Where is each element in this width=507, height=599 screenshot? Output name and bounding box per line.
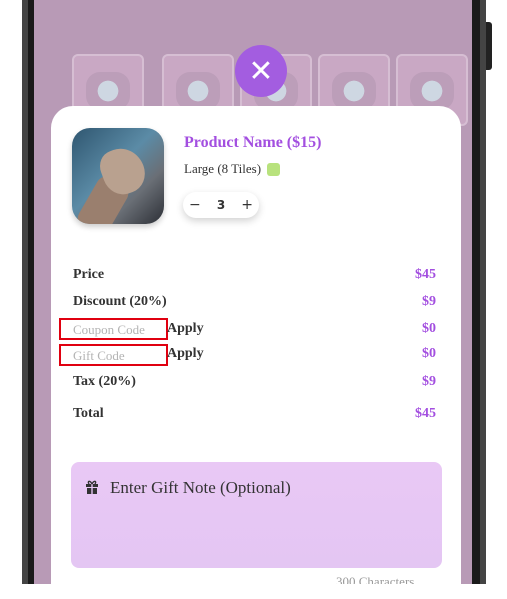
total-label: Total (73, 406, 104, 421)
close-icon: ✕ (248, 53, 274, 89)
gift-code-value: $0 (422, 346, 436, 361)
product-size-label: Large (8 Tiles) (184, 161, 262, 176)
bottom-crop (0, 584, 507, 599)
discount-value: $9 (422, 294, 436, 309)
close-button[interactable]: ✕ (235, 45, 287, 97)
total-value: $45 (415, 406, 436, 421)
apply-coupon-button[interactable]: Apply (167, 321, 204, 337)
product-size: Large (8 Tiles) (184, 161, 281, 177)
tax-label: Tax (20%) (73, 374, 136, 389)
product-image (72, 128, 164, 224)
decrement-button[interactable]: − (189, 197, 201, 213)
apply-gift-code-button[interactable]: Apply (167, 346, 204, 362)
price-value: $45 (415, 267, 436, 282)
increment-button[interactable]: + (241, 197, 253, 213)
tax-value: $9 (422, 374, 436, 389)
product-name: Product Name ($15) (184, 134, 322, 151)
coupon-code-input[interactable] (59, 318, 168, 340)
quantity-stepper: − 3 + (183, 192, 259, 218)
gift-icon (86, 480, 98, 494)
size-swatch (267, 162, 281, 176)
discount-label: Discount (20%) (73, 294, 167, 309)
phone-side-button (486, 22, 492, 70)
price-label: Price (73, 267, 105, 282)
quantity-value: 3 (216, 198, 226, 212)
gift-code-input[interactable] (59, 344, 168, 366)
coupon-value: $0 (422, 321, 436, 336)
gift-note-label: Enter Gift Note (Optional) (110, 478, 291, 497)
phone-edge-right (480, 0, 486, 584)
phone-edge-left (22, 0, 28, 584)
